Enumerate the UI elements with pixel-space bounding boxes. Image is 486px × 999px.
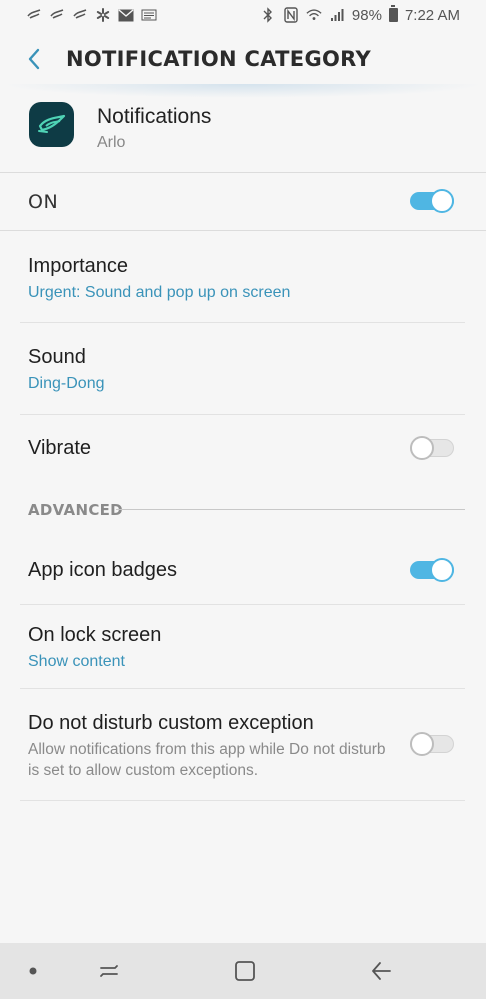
navigation-bar: [0, 943, 486, 999]
back-arrow-icon: [372, 962, 391, 980]
master-switch-label: ON: [28, 191, 59, 213]
lock-screen-setting[interactable]: On lock screen Show content: [0, 605, 486, 688]
wifi-icon: [306, 7, 322, 23]
hummingbird-icon: [72, 7, 88, 23]
vibrate-switch[interactable]: [410, 436, 454, 460]
app-bar: NOTIFICATION CATEGORY: [0, 30, 486, 88]
home-icon: [235, 961, 255, 981]
dnd-description: Allow notifications from this app while …: [28, 741, 386, 779]
importance-setting[interactable]: Importance Urgent: Sound and pop up on s…: [0, 231, 486, 322]
nfc-icon: [283, 7, 299, 23]
signal-icon: [329, 7, 345, 23]
status-bar: 98% 7:22 AM: [0, 0, 486, 30]
divider: [20, 800, 465, 801]
section-header-advanced: ADVANCED: [28, 501, 123, 519]
back-chevron-icon: [28, 48, 40, 70]
master-switch[interactable]: [410, 189, 454, 213]
master-switch-row[interactable]: ON: [0, 173, 486, 230]
back-button[interactable]: [14, 39, 54, 79]
badges-switch[interactable]: [410, 558, 454, 582]
battery-percent: 98%: [351, 6, 382, 24]
back-nav-button[interactable]: [367, 957, 395, 985]
dot-icon: [29, 967, 37, 975]
badges-title: App icon badges: [28, 559, 178, 581]
bluetooth-icon: [260, 7, 276, 23]
app-name: Arlo: [97, 134, 126, 151]
vibrate-setting[interactable]: Vibrate: [0, 415, 486, 485]
recents-icon: [100, 965, 118, 977]
news-icon: [141, 7, 157, 23]
importance-value: Urgent: Sound and pop up on screen: [28, 284, 291, 301]
battery-icon: [388, 5, 398, 22]
sound-title: Sound: [28, 346, 86, 368]
page-title: NOTIFICATION CATEGORY: [66, 47, 371, 71]
dnd-switch[interactable]: [410, 732, 454, 756]
app-info: Notifications Arlo: [0, 98, 486, 172]
sound-value: Ding-Dong: [28, 375, 105, 392]
arlo-app-icon: [29, 102, 74, 147]
importance-title: Importance: [28, 255, 129, 277]
header-shadow: [0, 84, 486, 98]
lock-screen-title: On lock screen: [28, 624, 162, 646]
hummingbird-icon: [49, 7, 65, 23]
recents-button[interactable]: [95, 957, 123, 985]
status-left-icons: [26, 7, 157, 23]
hummingbird-icon: [26, 7, 42, 23]
dnd-title: Do not disturb custom exception: [28, 712, 314, 734]
vibrate-title: Vibrate: [28, 437, 92, 459]
dot-button[interactable]: [19, 957, 47, 985]
app-title: Notifications: [97, 105, 212, 128]
mail-icon: [118, 7, 134, 23]
walmart-icon: [95, 7, 111, 23]
app-icon-badges-setting[interactable]: App icon badges: [0, 536, 486, 604]
section-divider: [116, 509, 465, 510]
sound-setting[interactable]: Sound Ding-Dong: [0, 323, 486, 414]
dnd-exception-setting[interactable]: Do not disturb custom exception Allow no…: [0, 689, 486, 800]
home-button[interactable]: [231, 957, 259, 985]
clock: 7:22 AM: [404, 6, 460, 24]
lock-screen-value: Show content: [28, 653, 125, 670]
status-right-icons: 98% 7:22 AM: [260, 5, 460, 24]
